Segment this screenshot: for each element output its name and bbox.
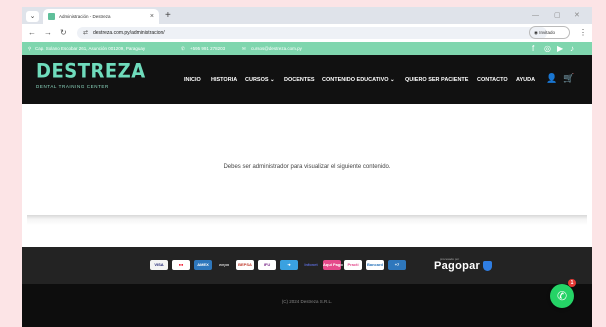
- browser-menu-icon[interactable]: ⋮: [579, 27, 587, 39]
- cart-icon[interactable]: 🛒: [563, 72, 574, 84]
- minimize-icon[interactable]: —: [532, 9, 539, 22]
- more-methods-badge: +7: [388, 260, 406, 270]
- browser-window: ⌄ Administración - Destreza × + — ▢ ✕ ← …: [22, 7, 592, 327]
- guest-profile-button[interactable]: ◉ Invitado: [529, 26, 570, 39]
- window-close-icon[interactable]: ✕: [574, 9, 580, 22]
- nav-item-ayuda[interactable]: AYUDA: [516, 76, 535, 84]
- contact-bar: ⚲ Cap. Solano Escobar 261, Asunción 0012…: [22, 42, 592, 55]
- youtube-icon[interactable]: ▶: [557, 43, 563, 54]
- site-info-icon[interactable]: ⇄: [83, 27, 88, 39]
- tab-close-icon[interactable]: ×: [150, 11, 154, 22]
- whatsapp-button[interactable]: ✆: [550, 284, 574, 308]
- site-header: DESTREZA DENTAL TRAINING CENTER INICIO H…: [22, 55, 592, 104]
- address-bar: ← → ↻ ⇄ destreza.com.py/administracion/ …: [22, 24, 592, 42]
- guest-icon: ◉: [534, 30, 538, 35]
- transfer-logo: ➜: [280, 260, 298, 270]
- visa-logo: VISA: [150, 260, 168, 270]
- practi-logo: Practi: [344, 260, 362, 270]
- nav-item-cursos[interactable]: CURSOS ⌄: [245, 76, 275, 84]
- bepsa-logo: BEPSA: [236, 260, 254, 270]
- favicon-icon: [48, 13, 55, 20]
- tiktok-icon[interactable]: ♪: [570, 43, 574, 54]
- aquipago-logo: Aqui Pago: [323, 260, 343, 270]
- infonet-logo: Infonet: [304, 262, 318, 267]
- wepa-logo: wepa: [218, 262, 229, 267]
- site-logo[interactable]: DESTREZA DENTAL TRAINING CENTER: [36, 59, 146, 91]
- whatsapp-icon: ✆: [556, 289, 568, 303]
- amex-logo: AMEX: [194, 260, 212, 270]
- mastercard-logo: ●●: [172, 260, 190, 270]
- nav-item-docentes[interactable]: DOCENTES: [284, 76, 315, 84]
- nav-item-inicio[interactable]: INICIO: [184, 76, 201, 84]
- email-link[interactable]: cursos@destreza.com.py: [251, 42, 302, 55]
- logo-subtitle: DENTAL TRAINING CENTER: [36, 84, 109, 89]
- ifu-logo: IFU: [258, 260, 276, 270]
- nav-item-quiero-ser-paciente[interactable]: QUIERO SER PACIENTE: [405, 76, 468, 84]
- mail-icon: ✉: [242, 46, 246, 51]
- pagopar-logo: Pagopar: [434, 260, 481, 272]
- new-tab-button[interactable]: +: [165, 9, 171, 22]
- reload-icon[interactable]: ↻: [60, 27, 67, 39]
- forward-icon[interactable]: →: [44, 27, 52, 39]
- url-text[interactable]: destreza.com.py/administracion/: [93, 27, 165, 39]
- address-text[interactable]: Cap. Solano Escobar 261, Asunción 001209…: [35, 42, 145, 55]
- notification-badge: 1: [568, 279, 576, 287]
- nav-item-contacto[interactable]: CONTACTO: [477, 76, 508, 84]
- security-shield-icon: [483, 261, 492, 271]
- restore-icon[interactable]: ▢: [554, 9, 561, 22]
- facebook-icon[interactable]: f: [532, 43, 534, 54]
- back-icon[interactable]: ←: [28, 27, 36, 39]
- content-shadow: [27, 215, 587, 225]
- payment-methods: VISA ●● AMEX wepa BEPSA IFU ➜ Infonet Aq…: [22, 247, 592, 284]
- tab-search-button[interactable]: ⌄: [26, 11, 39, 22]
- bancard-logo: Bancard: [366, 260, 384, 270]
- user-icon[interactable]: 👤: [546, 72, 557, 84]
- instagram-icon[interactable]: ◎: [544, 43, 551, 54]
- nav-item-historia[interactable]: HISTORIA: [211, 76, 237, 84]
- tab-title: Administración - Destreza: [59, 14, 111, 19]
- browser-tab[interactable]: Administración - Destreza ×: [43, 9, 159, 24]
- logo-text: DESTREZA: [36, 59, 146, 83]
- url-field[interactable]: ⇄ destreza.com.py/administracion/: [77, 27, 547, 39]
- tab-strip: ⌄ Administración - Destreza × + — ▢ ✕: [22, 7, 592, 24]
- location-icon: ⚲: [28, 46, 32, 51]
- copyright-text: (C) 2024 Destreza S.R.L.: [281, 299, 333, 304]
- phone-link[interactable]: +595 991 278203: [190, 42, 225, 55]
- main-content: Debes ser administrador para visualizar …: [22, 104, 592, 217]
- guest-label: Invitado: [539, 30, 555, 35]
- site-footer: (C) 2024 Destreza S.R.L.: [22, 284, 592, 327]
- admin-notice: Debes ser administrador para visualizar …: [223, 164, 391, 170]
- phone-icon: ✆: [181, 46, 185, 51]
- nav-item-contenido-educativo[interactable]: CONTENIDO EDUCATIVO ⌄: [322, 76, 395, 84]
